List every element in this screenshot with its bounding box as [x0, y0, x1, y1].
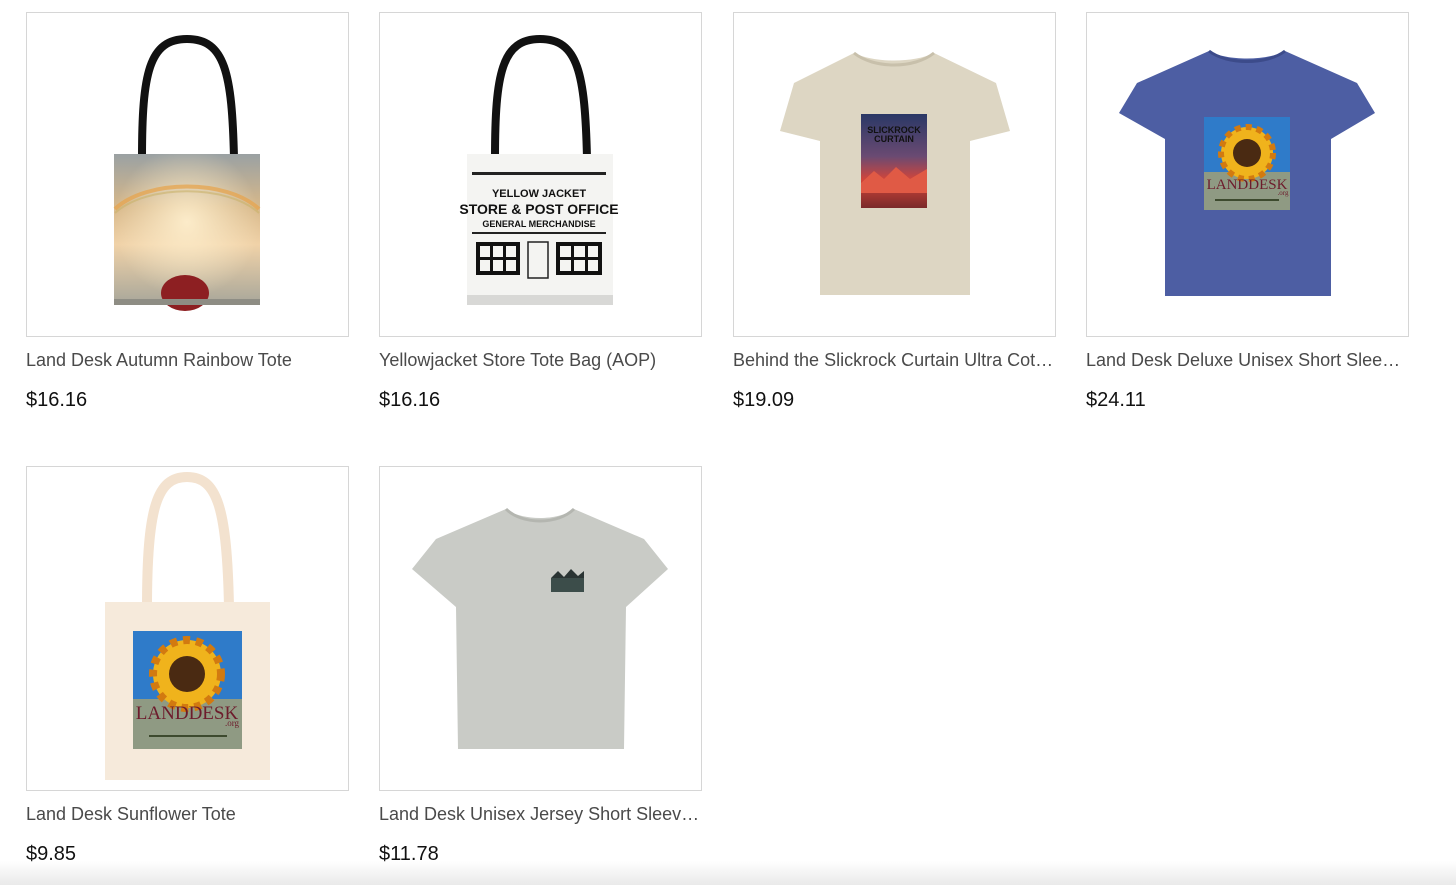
chest-logo	[551, 578, 584, 592]
product-card[interactable]: Land Desk Unisex Jersey Short Sleeve Tee…	[379, 466, 702, 866]
art-line-1: LANDDESK	[136, 703, 239, 724]
product-name[interactable]: Behind the Slickrock Curtain Ultra Cotto…	[733, 349, 1056, 371]
product-name[interactable]: Land Desk Deluxe Unisex Short Sleeve Tee	[1086, 349, 1409, 371]
sunflower-blue-tee-image: LANDDESK .org	[1119, 49, 1375, 296]
product-image[interactable]: LANDDESK .org	[26, 466, 349, 791]
product-card[interactable]: LANDDESK .org Land Desk Deluxe Unisex Sh…	[1086, 12, 1409, 412]
art-line-3: GENERAL MERCHANDISE	[482, 219, 595, 229]
art-line-1: YELLOW JACKET	[492, 188, 586, 200]
product-price: $16.16	[26, 389, 88, 411]
sunflower-icon	[149, 636, 225, 712]
product-price: $24.11	[1086, 389, 1146, 411]
product-card[interactable]: LANDDESK .org Land Desk Sunflower Tote $…	[26, 466, 349, 866]
product-name[interactable]: Land Desk Sunflower Tote	[26, 803, 349, 825]
product-price: $9.85	[26, 843, 77, 865]
product-name[interactable]: Land Desk Autumn Rainbow Tote	[26, 349, 349, 371]
product-price: $11.78	[379, 843, 439, 865]
product-name[interactable]: Yellowjacket Store Tote Bag (AOP)	[379, 349, 702, 371]
rainbow-tote-image	[113, 34, 261, 311]
yellowjacket-tote-image: YELLOW JACKET STORE & POST OFFICE GENERA…	[459, 34, 619, 305]
product-card[interactable]: YELLOW JACKET STORE & POST OFFICE GENERA…	[379, 12, 702, 412]
sunflower-tote-image: LANDDESK .org	[105, 471, 270, 780]
product-name[interactable]: Land Desk Unisex Jersey Short Sleeve Tee	[379, 803, 702, 825]
product-grid: Land Desk Autumn Rainbow Tote $16.16 YEL…	[0, 0, 1456, 885]
art-line-2: CURTAIN	[874, 134, 914, 144]
slickrock-tee-image: SLICKROCK CURTAIN	[780, 51, 1010, 295]
product-image[interactable]: LANDDESK .org	[1086, 12, 1409, 337]
product-price: $19.09	[733, 389, 795, 411]
art-line-2: STORE & POST OFFICE	[459, 201, 618, 217]
product-image[interactable]: YELLOW JACKET STORE & POST OFFICE GENERA…	[379, 12, 702, 337]
product-image[interactable]	[26, 12, 349, 337]
art-line-1: LANDDESK	[1207, 177, 1288, 193]
product-card[interactable]: Land Desk Autumn Rainbow Tote $16.16	[26, 12, 349, 412]
product-image[interactable]	[379, 466, 702, 791]
sunflower-icon	[1218, 124, 1276, 182]
art-line-2: .org	[1278, 189, 1289, 197]
gray-jersey-tee-image	[412, 507, 668, 749]
product-image[interactable]: SLICKROCK CURTAIN	[733, 12, 1056, 337]
art-line-2: .org	[225, 718, 240, 728]
product-card[interactable]: SLICKROCK CURTAIN Behind the Slickrock C…	[733, 12, 1056, 412]
product-price: $16.16	[379, 389, 441, 411]
